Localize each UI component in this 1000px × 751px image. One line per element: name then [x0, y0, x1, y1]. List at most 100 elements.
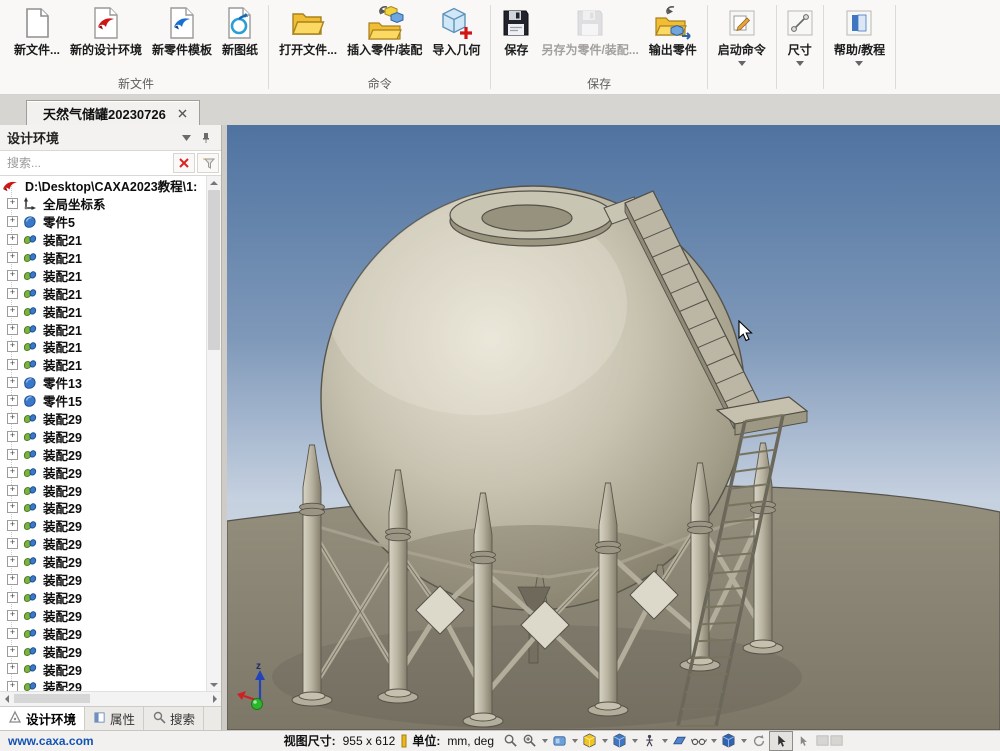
scroll-right-icon[interactable] [208, 692, 221, 705]
tree-item[interactable]: +全局坐标系 [0, 195, 207, 213]
expand-icon[interactable]: + [7, 646, 18, 657]
tree-item[interactable]: +装配29 [0, 624, 207, 642]
expand-icon[interactable]: + [7, 413, 18, 424]
scroll-up-icon[interactable] [207, 176, 221, 189]
open-file-button[interactable]: 打开文件... [274, 3, 342, 58]
expand-icon[interactable]: + [7, 234, 18, 245]
tree-item[interactable]: +装配29 [0, 463, 207, 481]
expand-icon[interactable]: + [7, 574, 18, 585]
walkthrough-icon[interactable] [641, 733, 658, 749]
expand-icon[interactable]: + [7, 681, 18, 691]
pin-icon[interactable] [198, 130, 214, 146]
tree-item[interactable]: +装配29 [0, 445, 207, 463]
tree-item[interactable]: +装配21 [0, 302, 207, 320]
render-mode-icon[interactable] [581, 733, 598, 749]
stereo-dropdown-icon[interactable] [709, 733, 718, 749]
expand-icon[interactable]: + [7, 395, 18, 406]
tree-item[interactable]: +装配29 [0, 499, 207, 517]
expand-icon[interactable]: + [7, 449, 18, 460]
display-dropdown-icon[interactable] [739, 733, 748, 749]
zoom-window-icon[interactable] [521, 733, 538, 749]
tree-item[interactable]: +装配29 [0, 410, 207, 428]
walk-dropdown-icon[interactable] [660, 733, 669, 749]
tree-item[interactable]: +装配29 [0, 517, 207, 535]
display-cube-icon[interactable] [720, 733, 737, 749]
new-file-button[interactable]: 新文件... [9, 3, 65, 58]
hscrollbar-thumb[interactable] [14, 694, 90, 703]
tree-root-item[interactable]: D:\Desktop\CAXA2023教程\1: [0, 177, 207, 195]
tree-item[interactable]: +装配21 [0, 356, 207, 374]
search-filter-icon[interactable] [197, 153, 219, 173]
tree-item[interactable]: +装配29 [0, 535, 207, 553]
expand-icon[interactable]: + [7, 252, 18, 263]
expand-icon[interactable]: + [7, 556, 18, 567]
section-plane-icon[interactable] [671, 733, 688, 749]
scroll-down-icon[interactable] [207, 678, 221, 691]
render-dropdown-icon[interactable] [600, 733, 609, 749]
tree-item[interactable]: +装配29 [0, 642, 207, 660]
expand-icon[interactable]: + [7, 592, 18, 603]
tree-item[interactable]: +装配21 [0, 338, 207, 356]
tree-item[interactable]: +装配29 [0, 553, 207, 571]
expand-icon[interactable]: + [7, 628, 18, 639]
new-part-template-button[interactable]: 新零件模板 [147, 3, 217, 58]
tree-item[interactable]: +装配29 [0, 588, 207, 606]
tree-item[interactable]: +装配29 [0, 481, 207, 499]
expand-icon[interactable]: + [7, 610, 18, 621]
launch-command-button[interactable]: 启动命令 [713, 3, 771, 67]
expand-icon[interactable]: + [7, 377, 18, 388]
export-part-button[interactable]: 输出零件 [644, 3, 702, 58]
expand-icon[interactable]: + [7, 341, 18, 352]
document-tab[interactable]: 天然气储罐20230726 [26, 100, 200, 125]
tree-item[interactable]: +装配21 [0, 266, 207, 284]
tree-item[interactable]: +装配29 [0, 678, 207, 691]
expand-icon[interactable]: + [7, 538, 18, 549]
tree-item[interactable]: +零件13 [0, 374, 207, 392]
expand-icon[interactable]: + [7, 467, 18, 478]
tree-item[interactable]: +零件15 [0, 392, 207, 410]
expand-icon[interactable]: + [7, 431, 18, 442]
search-clear-icon[interactable] [173, 153, 195, 173]
select-cursor-icon[interactable] [769, 731, 793, 751]
expand-icon[interactable]: + [7, 288, 18, 299]
scrollbar-thumb[interactable] [208, 190, 220, 350]
expand-icon[interactable]: + [7, 198, 18, 209]
tree-item[interactable]: +装配21 [0, 231, 207, 249]
expand-icon[interactable]: + [7, 324, 18, 335]
expand-icon[interactable]: + [7, 663, 18, 674]
expand-icon[interactable]: + [7, 216, 18, 227]
pan-view-icon[interactable] [551, 733, 568, 749]
orbit-icon[interactable] [750, 733, 767, 749]
pan-dropdown-icon[interactable] [570, 733, 579, 749]
insert-part-assembly-button[interactable]: 插入零件/装配 [342, 3, 427, 58]
expand-icon[interactable]: + [7, 306, 18, 317]
stereo-view-icon[interactable] [690, 733, 707, 749]
dimension-button[interactable]: 尺寸 [782, 3, 818, 67]
scroll-left-icon[interactable] [0, 692, 13, 705]
tree-item[interactable]: +装配21 [0, 249, 207, 267]
tree-item[interactable]: +装配21 [0, 284, 207, 302]
save-button[interactable]: 保存 [496, 3, 536, 58]
panel-tab-设计环境[interactable]: 设计环境 [0, 707, 85, 730]
panel-tab-搜索[interactable]: 搜索 [144, 707, 204, 730]
tree-item[interactable]: +装配21 [0, 320, 207, 338]
tree-item[interactable]: +装配29 [0, 660, 207, 678]
import-geometry-button[interactable]: 导入几何 [427, 3, 485, 58]
help-tutorial-button[interactable]: 帮助/教程 [829, 3, 890, 67]
cursor-alt-icon[interactable] [795, 733, 812, 749]
expand-icon[interactable]: + [7, 359, 18, 370]
panel-collapse-icon[interactable] [178, 130, 194, 146]
tab-close-icon[interactable] [176, 106, 190, 120]
caxa-link[interactable]: www.caxa.com [8, 734, 94, 748]
expand-icon[interactable]: + [7, 502, 18, 513]
expand-icon[interactable]: + [7, 520, 18, 531]
inactive-tools-icon[interactable] [814, 733, 846, 749]
new-design-env-button[interactable]: 新的设计环境 [65, 3, 147, 58]
view-orientation-icon[interactable] [611, 733, 628, 749]
tree-horizontal-scrollbar[interactable] [0, 691, 221, 706]
viewport-3d[interactable]: z [227, 125, 1000, 730]
search-input[interactable] [0, 156, 173, 170]
zoom-dropdown-icon[interactable] [540, 733, 549, 749]
tree-item[interactable]: +零件5 [0, 213, 207, 231]
panel-tab-属性[interactable]: 属性 [85, 707, 144, 730]
